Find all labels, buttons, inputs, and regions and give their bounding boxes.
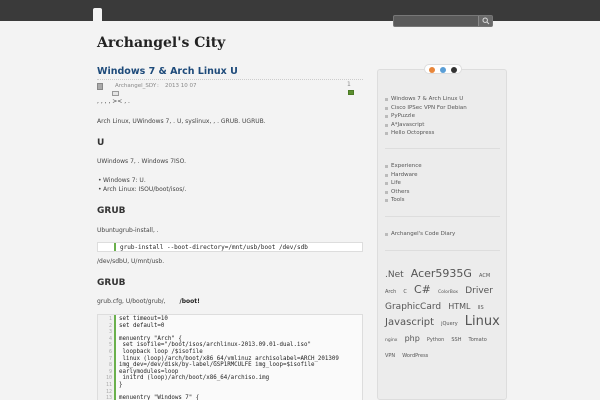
sidebar-item-recent[interactable]: Windows 7 & Arch Linux U [385,96,467,105]
list-item: Windows 7: U. [98,177,146,184]
tag-link[interactable]: SSH [451,337,461,343]
tag-link[interactable]: ACM [479,273,490,279]
search-input[interactable] [394,16,478,26]
sidebar-divider [385,216,500,217]
post-paragraph: UWindows 7, . Windows 7ISO. [97,158,187,165]
paragraph-bold: /boot! [179,298,200,305]
tag-link[interactable]: GraphicCard [385,302,441,312]
tag-link[interactable]: Driver [465,286,493,296]
tag-link[interactable]: WordPress [402,353,428,359]
sidebar-item-recent[interactable]: A*Javascript [385,122,467,131]
code-block: grub-install --boot-directory=/mnt/usb/b… [97,242,363,252]
post-header: Windows 7 & Arch Linux U Archangel_SDY :… [97,66,363,98]
comment-icon[interactable] [348,90,354,95]
tag-link[interactable]: ColorBox [438,290,458,295]
tag-cloud: .Net Acer5935G ACM Arch C C# ColorBox Dr… [385,266,503,362]
sidebar-item-link[interactable]: Archangel's Code Diary [385,231,455,240]
comment-count[interactable]: 1 [347,81,351,88]
post-author[interactable]: Archangel_SDY [115,83,156,89]
tag-link[interactable]: Javascript [385,317,434,328]
folder-icon[interactable] [112,91,119,96]
code-block: 1 2 3 4 5 6 7 8 9 10 11 12 13 14 set tim… [97,314,363,400]
section-heading: U [97,138,105,148]
tag-link[interactable]: jQuery [441,321,458,327]
tag-link[interactable]: Acer5935G [411,267,472,280]
sidebar-item-category[interactable]: Hardware [385,172,422,181]
social-icons [424,64,462,74]
tag-link[interactable]: Tomato [469,337,487,343]
tag-link[interactable]: Linux [465,314,500,329]
sidebar-divider [385,250,500,251]
tag-link[interactable]: HTML [448,302,470,311]
tag-link[interactable]: C# [414,283,431,296]
search-icon [482,17,490,25]
sidebar-item-category[interactable]: Experience [385,163,422,172]
tag-link[interactable]: Python [427,337,444,343]
links: Archangel's Code Diary [385,231,455,240]
recent-posts: Windows 7 & Arch Linux U Cisco IPSec VPN… [385,96,467,139]
post-meta: Archangel_SDY : 2013 10 07 [97,82,363,98]
post-paragraph: /dev/sdbU, U/mnt/usb. [97,258,165,265]
sidebar-item-recent[interactable]: PyPuzzle [385,113,467,122]
post-date: 2013 10 07 [165,83,197,89]
sidebar-item-recent[interactable]: Hello Octopress [385,130,467,139]
post-title[interactable]: Windows 7 & Arch Linux U [97,66,363,77]
search-box [393,15,493,27]
code-lines: set timeout=10 set default=0 menuentry "… [119,316,339,400]
document-icon [97,83,103,90]
top-nav-bar [0,0,600,21]
code-line: grub-install --boot-directory=/mnt/usb/b… [120,244,308,251]
tag-link[interactable]: php [405,334,420,343]
paragraph-text: grub.cfg, U/boot/grub/, [97,298,166,305]
line-numbers: 1 2 3 4 5 6 7 8 9 10 11 12 13 14 [105,316,112,400]
sidebar-item-recent[interactable]: Cisco IPSec VPN For Debian [385,105,467,114]
rss-icon[interactable] [429,67,435,73]
sidebar-divider [385,148,500,149]
divider [97,79,363,80]
categories: Experience Hardware Life Others Tools [385,163,422,206]
sidebar-item-category[interactable]: Life [385,180,422,189]
weibo-icon[interactable] [440,67,446,73]
github-icon[interactable] [451,67,457,73]
tag-link[interactable]: C [403,289,407,295]
list-item: Arch Linux: ISOU/boot/isos/. [98,186,186,193]
post-intro: , , , , >< , . [97,98,130,105]
post-paragraph: grub.cfg, U/boot/grub/, /boot! [97,298,200,305]
post-paragraph: Arch Linux, UWindows 7, . U, syslinux, ,… [97,118,266,125]
search-button[interactable] [478,16,492,26]
tag-link[interactable]: Arch [385,289,396,295]
section-heading: GRUB [97,278,126,288]
home-tab[interactable] [93,8,102,21]
post-paragraph: Ubuntugrub-install, . [97,227,159,234]
tag-link[interactable]: nginx [385,338,397,343]
sidebar-item-category[interactable]: Tools [385,197,422,206]
tag-link[interactable]: IIS [478,305,484,311]
meta-separator: : [157,83,159,89]
tag-link[interactable]: VPN [385,353,395,359]
tag-link[interactable]: .Net [385,270,404,280]
code-gutter [98,243,116,251]
site-title[interactable]: Archangel's City [97,35,225,51]
section-heading: GRUB [97,206,126,216]
sidebar-item-category[interactable]: Others [385,189,422,198]
